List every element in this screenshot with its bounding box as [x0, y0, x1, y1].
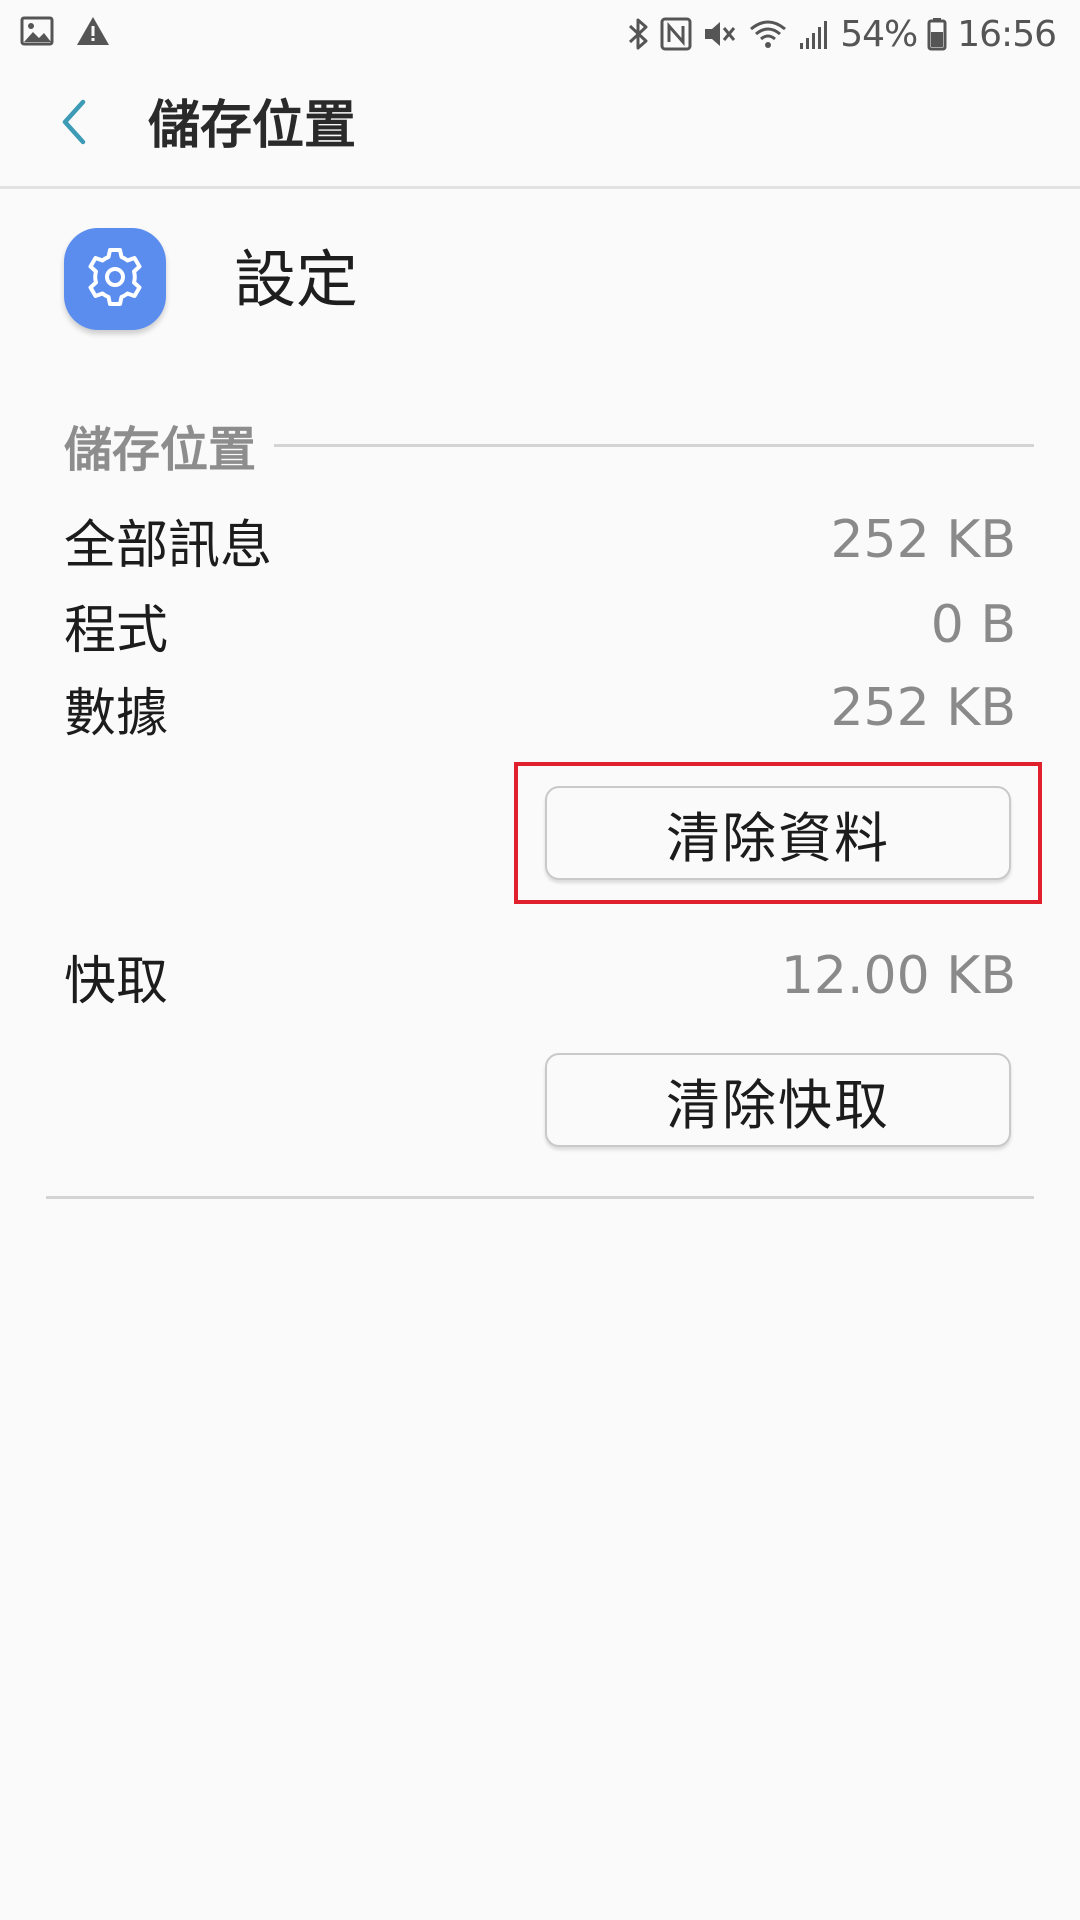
battery-percent: 54% [840, 13, 918, 55]
gear-icon [82, 244, 148, 314]
total-value: 252 KB [830, 510, 1016, 570]
clear-cache-button[interactable]: 清除快取 [545, 1053, 1011, 1147]
app-size-label: 程式 [64, 600, 169, 661]
warning-icon [76, 15, 110, 47]
cache-value: 12.00 KB [780, 946, 1016, 1006]
app-icon [64, 228, 166, 330]
app-size-value: 0 B [930, 595, 1016, 655]
image-icon [20, 14, 54, 48]
clock: 16:56 [957, 13, 1057, 55]
data-row: 數據 252 KB [64, 668, 1016, 748]
signal-icon [798, 17, 830, 51]
bluetooth-icon [626, 16, 650, 52]
data-label: 數據 [64, 683, 169, 744]
app-bar: 儲存位置 [0, 66, 1080, 189]
page-title: 儲存位置 [148, 96, 357, 156]
clear-data-button[interactable]: 清除資料 [545, 786, 1011, 880]
total-row: 全部訊息 252 KB [64, 500, 1016, 580]
nfc-icon [660, 17, 692, 51]
section-title: 儲存位置 [64, 422, 257, 478]
wifi-icon [748, 17, 788, 51]
status-bar: 54% 16:56 [0, 0, 1080, 66]
cache-label: 快取 [64, 951, 169, 1012]
data-value: 252 KB [830, 678, 1016, 738]
storage-section-header: 儲存位置 [64, 412, 1034, 478]
cache-row: 快取 12.00 KB [64, 936, 1016, 1016]
app-size-row: 程式 0 B [64, 585, 1016, 665]
app-header: 設定 [0, 190, 1080, 360]
total-label: 全部訊息 [64, 515, 273, 576]
app-name: 設定 [234, 243, 359, 316]
section-divider [274, 443, 1034, 447]
bottom-divider [46, 1196, 1034, 1199]
mute-icon [702, 17, 738, 51]
back-button[interactable] [40, 90, 108, 158]
chevron-left-icon [59, 98, 89, 150]
battery-icon [927, 17, 947, 51]
